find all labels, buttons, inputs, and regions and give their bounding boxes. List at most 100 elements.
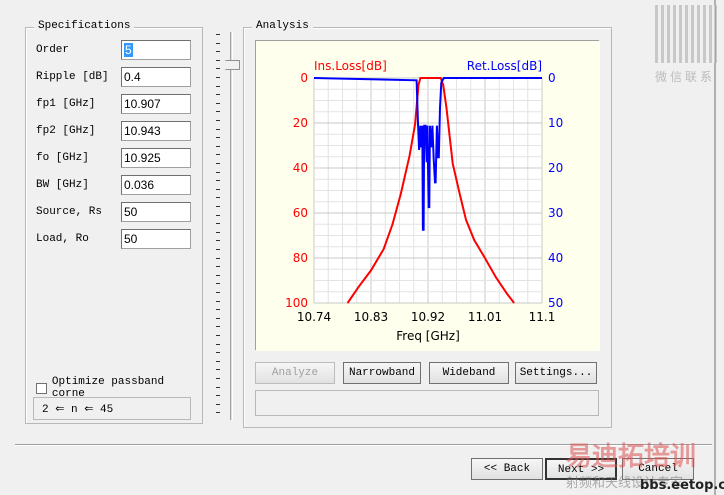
slider-tick: [216, 102, 220, 104]
field-label: fp2 [GHz]: [36, 125, 96, 137]
slider-tick: [216, 171, 220, 173]
slider-tick: [216, 68, 220, 70]
response-chart: 10.74 10.83 10.92 11.01 11.1 0 20 40 60 80 100 0 10 2…: [256, 41, 600, 351]
field-label: Order: [36, 44, 70, 56]
slider-tick: [216, 300, 220, 302]
narrowband-button[interactable]: Narrowband: [343, 362, 421, 384]
slider-tick: [216, 163, 220, 164]
field-label: Ripple [dB]: [36, 71, 109, 83]
y-right-tick-label: 50: [548, 296, 563, 310]
y-left-tick-label: 40: [293, 161, 308, 175]
field-value: 10.907: [124, 97, 161, 111]
field-value: 10.925: [124, 151, 161, 165]
slider-tick: [216, 223, 220, 225]
qr-caption: 微信联系: [655, 70, 716, 84]
slider-tick: [216, 120, 220, 121]
specifications-title: Specifications: [34, 20, 135, 32]
slider-tick: [216, 360, 220, 362]
slider-thumb[interactable]: [220, 60, 240, 70]
back-button[interactable]: << Back: [471, 458, 543, 480]
y-right-tick-label: 40: [548, 251, 563, 265]
slider-tick: [216, 257, 220, 259]
field-label: BW [GHz]: [36, 179, 89, 191]
slider-tick: [216, 369, 220, 371]
order-slider[interactable]: [212, 30, 240, 422]
slider-tick: [216, 326, 220, 328]
field-input-3[interactable]: 10.943: [121, 121, 191, 141]
slider-tick: [216, 352, 220, 354]
y-right-tick-label: 10: [548, 116, 563, 130]
y-left-tick-label: 60: [293, 206, 308, 220]
slider-tick: [216, 77, 220, 78]
specifications-group: Specifications Order 5 Ripple [dB] 0.4 fp1…: [25, 20, 203, 424]
y-right-tick-label: 20: [548, 161, 563, 175]
y-left-tick-label: 80: [293, 251, 308, 265]
slider-tick: [216, 154, 220, 156]
slider-tick: [216, 128, 220, 130]
y-left-axis-label: Ins.Loss[dB]: [314, 59, 387, 73]
field-value: 0.036: [124, 178, 155, 192]
slider-tick: [216, 137, 220, 139]
slider-tick: [216, 197, 220, 199]
slider-tick: [216, 309, 220, 311]
x-tick-label: 10.83: [354, 310, 388, 324]
status-box: [255, 390, 599, 416]
slider-tick: [216, 266, 220, 268]
field-label: fp1 [GHz]: [36, 98, 96, 110]
field-value: 10.943: [124, 124, 161, 138]
y-left-tick-label: 20: [293, 116, 308, 130]
slider-tick: [216, 317, 220, 319]
slider-tick: [216, 214, 220, 216]
analyze-button[interactable]: Analyze: [255, 362, 335, 384]
field-input-2[interactable]: 10.907: [121, 94, 191, 114]
wideband-button[interactable]: Wideband: [429, 362, 509, 384]
slider-tick: [216, 240, 220, 242]
y-right-tick-label: 0: [548, 71, 556, 85]
range-hint-box: 2 ⇐ n ⇐ 45: [33, 397, 191, 420]
slider-tick: [216, 343, 220, 345]
field-value: 50: [124, 232, 138, 246]
optimize-checkbox[interactable]: [36, 382, 47, 394]
url-watermark: bbs.eetop.cn: [640, 478, 724, 493]
settings-button[interactable]: Settings...: [515, 362, 597, 384]
slider-track: [230, 32, 233, 420]
slider-tick: [216, 231, 220, 233]
slider-tick: [216, 274, 220, 276]
field-input-0[interactable]: 5: [121, 40, 191, 60]
slider-tick: [216, 386, 220, 388]
field-value: 0.4: [124, 70, 141, 84]
field-input-4[interactable]: 10.925: [121, 148, 191, 168]
field-label: fo [GHz]: [36, 152, 89, 164]
slider-tick: [216, 42, 220, 44]
field-value: 5: [124, 43, 133, 57]
slider-tick: [216, 94, 220, 96]
field-label: Source, Rs: [36, 206, 103, 218]
slider-tick: [216, 378, 220, 379]
slider-tick: [216, 292, 220, 293]
slider-tick: [216, 188, 220, 190]
field-input-7[interactable]: 50: [121, 229, 191, 249]
x-tick-label: 11.01: [468, 310, 502, 324]
slider-tick: [216, 145, 220, 147]
slider-tick: [216, 395, 220, 397]
slider-tick: [216, 180, 220, 182]
slider-tick: [216, 403, 220, 405]
slider-tick: [216, 335, 220, 336]
slider-tick: [216, 51, 220, 53]
field-input-5[interactable]: 0.036: [121, 175, 191, 195]
slider-tick: [216, 283, 220, 285]
range-hint: 2 ⇐ n ⇐ 45: [42, 404, 114, 416]
x-tick-label: 11.1: [529, 310, 556, 324]
field-value: 50: [124, 205, 138, 219]
chart-panel: 10.74 10.83 10.92 11.01 11.1 0 20 40 60 80 100 0 10 2…: [255, 40, 600, 351]
slider-tick: [216, 85, 220, 87]
field-input-1[interactable]: 0.4: [121, 67, 191, 87]
brand-watermark: 易迪拓培训: [566, 442, 697, 472]
slider-tick: [216, 34, 220, 35]
field-label: Load, Ro: [36, 233, 89, 245]
slider-tick: [216, 59, 220, 61]
x-tick-label: 10.74: [297, 310, 331, 324]
field-input-6[interactable]: 50: [121, 202, 191, 222]
slider-tick: [216, 412, 220, 414]
slider-tick: [216, 111, 220, 113]
